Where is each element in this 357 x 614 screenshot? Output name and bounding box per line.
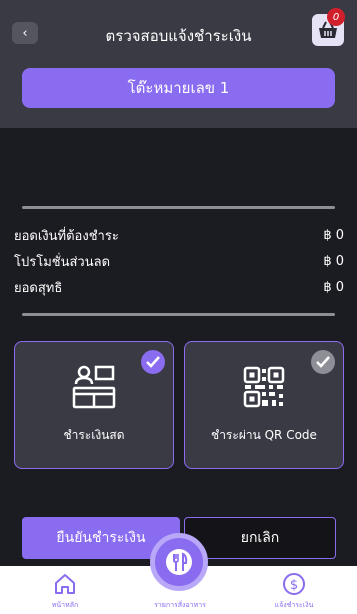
nav-item-home[interactable]: หน้าหลัก bbox=[25, 566, 105, 614]
nav-item-orders[interactable] bbox=[150, 533, 208, 591]
summary-row-net-total: ยอดสุทธิ ฿ 0 bbox=[14, 277, 344, 297]
home-icon bbox=[55, 574, 75, 594]
nav-item-payment[interactable]: $ แจ้งชำระเงิน bbox=[254, 566, 334, 614]
page-title: ตรวจสอบแจ้งชำระเงิน bbox=[105, 27, 252, 45]
summary-row-discount: โปรโมชั่นส่วนลด ฿ 0 bbox=[14, 251, 344, 271]
header-bar: ‹ ตรวจสอบแจ้งชำระเงิน 0 โต๊ะหมายเลข 1 bbox=[0, 0, 357, 128]
chevron-left-icon: ‹ bbox=[22, 25, 28, 41]
cart-count-badge: 0 bbox=[327, 8, 345, 26]
payment-option-label: ชำระเงินสด bbox=[63, 428, 125, 442]
payment-option-label: ชำระผ่าน QR Code bbox=[211, 428, 317, 442]
payment-option-cash[interactable]: ชำระเงินสด bbox=[14, 341, 174, 469]
divider-bottom bbox=[22, 313, 335, 316]
cash-register-icon bbox=[72, 365, 116, 409]
checkmark-icon bbox=[141, 350, 165, 374]
fork-knife-icon bbox=[166, 549, 192, 575]
nav-label: แจ้งชำระเงิน bbox=[274, 601, 314, 609]
table-number-button[interactable]: โต๊ะหมายเลข 1 bbox=[22, 68, 335, 108]
cancel-button[interactable]: ยกเลิก bbox=[184, 517, 336, 559]
divider-top bbox=[22, 206, 335, 209]
summary-label: ยอดสุทธิ bbox=[14, 280, 63, 296]
summary-value: ฿ 0 bbox=[323, 227, 344, 243]
summary-label: โปรโมชั่นส่วนลด bbox=[14, 254, 111, 270]
nav-label-orders: รายการสั่งอาหาร bbox=[154, 601, 206, 609]
summary-row-amount-due: ยอดเงินที่ต้องชำระ ฿ 0 bbox=[14, 225, 344, 245]
summary-value: ฿ 0 bbox=[323, 279, 344, 295]
summary-label: ยอดเงินที่ต้องชำระ bbox=[14, 228, 119, 244]
summary-value: ฿ 0 bbox=[323, 253, 344, 269]
back-button[interactable]: ‹ bbox=[12, 22, 38, 44]
checkmark-icon bbox=[311, 350, 335, 374]
nav-label: หน้าหลัก bbox=[51, 601, 79, 609]
payment-option-qr[interactable]: ชำระผ่าน QR Code bbox=[184, 341, 344, 469]
svg-text:$: $ bbox=[290, 578, 298, 593]
dollar-icon: $ bbox=[283, 573, 305, 595]
qr-code-icon bbox=[243, 366, 285, 408]
